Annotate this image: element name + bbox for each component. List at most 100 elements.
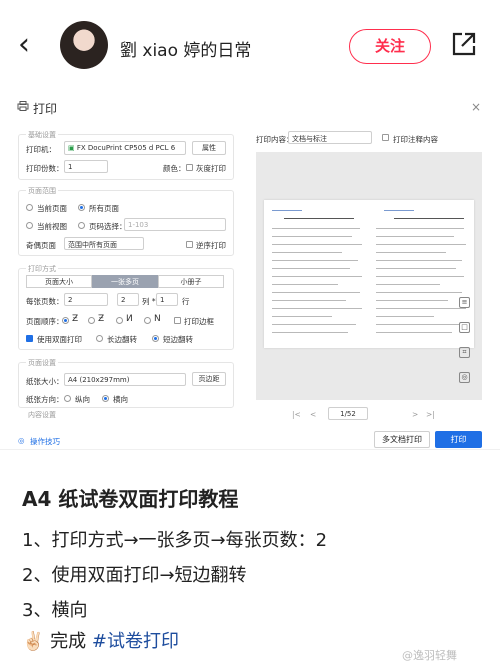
order-z-icon: Ƶ	[72, 314, 79, 324]
text-line	[272, 276, 362, 278]
reverse-label: 逆序打印	[196, 241, 226, 250]
duplex-checkbox[interactable]	[26, 335, 33, 342]
portrait-radio[interactable]	[64, 395, 71, 402]
next-page-icon[interactable]: >	[412, 410, 418, 419]
order-rn-icon: N	[154, 314, 161, 324]
rows-input[interactable]: 1	[156, 293, 178, 306]
landscape-radio[interactable]	[102, 395, 109, 402]
reverse-checkbox[interactable]	[186, 241, 193, 248]
odd-even-value: 范围中所有页面	[68, 241, 117, 249]
tab-multi-page[interactable]: 一张多页	[92, 275, 158, 288]
copies-input[interactable]: 1	[64, 160, 108, 173]
long-edge-radio[interactable]	[96, 335, 103, 342]
short-edge-label: 短边翻转	[163, 335, 193, 344]
current-page-radio[interactable]	[26, 204, 33, 211]
tool-icon[interactable]: □	[459, 322, 470, 333]
text-line	[272, 244, 362, 246]
print-comments-label: 打印注释内容	[393, 135, 438, 144]
prev-page-icon[interactable]: <	[310, 410, 316, 419]
printer-status-icon: ▣	[68, 144, 75, 152]
tab-booklet[interactable]: 小册子	[158, 275, 224, 288]
order-rz-radio[interactable]	[88, 317, 95, 324]
page-select-radio[interactable]	[78, 222, 85, 229]
section-label: 打印方式	[26, 264, 58, 274]
back-chevron-icon[interactable]: ‹	[18, 30, 40, 60]
preview-paper	[264, 200, 474, 348]
username[interactable]: 劉 xiao 婷的日常	[120, 36, 251, 61]
page-select-input[interactable]: 1-103	[124, 218, 226, 231]
per-sheet-select[interactable]: 2	[64, 293, 108, 306]
hashtag-link[interactable]: #试卷打印	[92, 631, 179, 652]
paper-size-label: 纸张大小：	[26, 377, 64, 386]
avatar[interactable]	[60, 21, 108, 69]
section-label: 页面范围	[26, 186, 58, 196]
page-indicator[interactable]: 1/52	[328, 407, 368, 420]
done-line: ✌🏻 完成 #试卷打印	[22, 627, 179, 653]
all-pages-label: 所有页面	[89, 204, 119, 213]
grayscale-checkbox[interactable]	[186, 164, 193, 171]
print-border-label: 打印边框	[184, 317, 214, 326]
text-line	[272, 324, 356, 326]
order-rn-radio[interactable]	[144, 317, 151, 324]
print-border-checkbox[interactable]	[174, 317, 181, 324]
print-content-select[interactable]: 文档与标注	[288, 131, 372, 144]
all-pages-radio[interactable]	[78, 204, 85, 211]
text-line	[376, 228, 464, 230]
short-edge-radio[interactable]	[152, 335, 159, 342]
text-line	[376, 236, 454, 238]
exam-header-line	[272, 210, 302, 212]
content-settings-label: 内容设置	[26, 410, 58, 420]
share-icon[interactable]	[451, 31, 477, 57]
text-line	[272, 316, 332, 318]
cols-input[interactable]: 2	[117, 293, 139, 306]
order-rz-icon: Ƶ	[98, 314, 105, 324]
text-line	[376, 244, 466, 246]
tab-page-size[interactable]: 页面大小	[26, 275, 92, 288]
tips-icon[interactable]: ◎	[18, 436, 25, 445]
print-comments-checkbox[interactable]	[382, 134, 389, 141]
crop-icon[interactable]: ⌗	[459, 347, 470, 358]
text-line	[376, 268, 456, 270]
tool-icon[interactable]: ◎	[459, 372, 470, 383]
post-title: A4 纸试卷双面打印教程	[22, 487, 239, 511]
current-view-radio[interactable]	[26, 222, 33, 229]
properties-button[interactable]: 属性	[192, 141, 226, 155]
step-1: 1、打印方式→一张多页→每张页数：2	[22, 530, 328, 551]
copies-label: 打印份数：	[26, 164, 64, 173]
follow-button[interactable]: 关注	[349, 29, 431, 64]
order-label: 页面顺序：	[26, 317, 64, 326]
order-z-radio[interactable]	[62, 317, 69, 324]
text-line	[272, 300, 346, 302]
multi-doc-print-button[interactable]: 多文档打印	[374, 431, 430, 448]
first-page-icon[interactable]: |<	[292, 410, 301, 419]
duplex-label: 使用双面打印	[37, 335, 82, 344]
text-line	[272, 260, 358, 262]
order-n-radio[interactable]	[116, 317, 123, 324]
margins-button[interactable]: 页边距	[192, 372, 226, 386]
exam-header-line	[384, 210, 414, 212]
tool-icon[interactable]: ≡	[459, 297, 470, 308]
text-line	[376, 324, 460, 326]
text-line	[272, 236, 352, 238]
tips-link[interactable]: 操作技巧	[30, 436, 60, 447]
watermark: @逸羽轻舞	[402, 649, 457, 662]
current-view-label: 当前视图	[37, 222, 67, 231]
exam-title-line	[284, 218, 354, 220]
close-icon[interactable]: ×	[471, 100, 481, 114]
section-label: 页面设置	[26, 358, 58, 368]
printer-value: FX DocuPrint CP505 d PCL 6	[76, 144, 176, 152]
text-line	[272, 292, 360, 294]
odd-even-select[interactable]: 范围中所有页面	[64, 237, 144, 250]
color-label: 颜色：	[163, 164, 186, 173]
orientation-label: 纸张方向：	[26, 395, 64, 404]
printer-select[interactable]: ▣ FX DocuPrint CP505 d PCL 6	[64, 141, 186, 155]
paper-size-value: A4 (210x297mm)	[68, 376, 130, 384]
print-button[interactable]: 打印	[435, 431, 482, 448]
paper-size-select[interactable]: A4 (210x297mm)	[64, 373, 186, 386]
last-page-icon[interactable]: >|	[426, 410, 435, 419]
text-line	[376, 252, 446, 254]
landscape-label: 横向	[113, 395, 128, 404]
text-line	[376, 300, 448, 302]
text-line	[272, 228, 360, 230]
dialog-title: 打印	[33, 102, 58, 116]
